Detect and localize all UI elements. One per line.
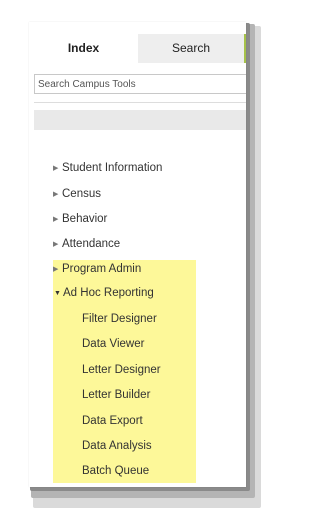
sub-item-letter-designer[interactable]: Letter Designer <box>82 360 161 380</box>
tab-search[interactable]: Search <box>138 34 244 63</box>
tab-bar: Index Search <box>29 34 246 63</box>
sub-item-data-viewer[interactable]: Data Viewer <box>82 334 144 354</box>
search-campus-tools-input[interactable] <box>34 74 246 94</box>
tab-index[interactable]: Index <box>29 34 138 63</box>
triangle-right-icon: ▶ <box>53 165 59 172</box>
sub-item-filter-designer[interactable]: Filter Designer <box>82 309 157 329</box>
sub-item-data-export[interactable]: Data Export <box>82 411 143 431</box>
nav-item-label: Program Admin <box>62 263 142 275</box>
tab-accent-bar <box>244 34 246 63</box>
sub-item-data-analysis[interactable]: Data Analysis <box>82 436 152 456</box>
triangle-right-icon: ▶ <box>53 191 59 198</box>
triangle-right-icon: ▶ <box>53 216 59 223</box>
campus-tools-panel: Index Search ▶Student Information ▶Censu… <box>29 22 246 487</box>
nav-item-label: Ad Hoc Reporting <box>63 287 154 299</box>
nav-item-label: Attendance <box>62 238 121 250</box>
nav-item-behavior[interactable]: ▶ Behavior <box>53 209 107 229</box>
nav-item-label: Census <box>62 188 101 200</box>
sub-item-batch-queue[interactable]: Batch Queue <box>82 461 149 481</box>
nav-item-program-admin[interactable]: ▶ Program Admin <box>53 259 141 279</box>
toolbar-bar <box>34 110 246 130</box>
triangle-right-icon: ▶ <box>53 241 59 248</box>
nav-item-ad-hoc-reporting[interactable]: ▼ Ad Hoc Reporting <box>54 283 154 303</box>
nav-item-student-information[interactable]: ▶ Student Information <box>53 158 162 178</box>
nav-item-census[interactable]: ▶ Census <box>53 184 101 204</box>
divider <box>34 102 246 103</box>
nav-item-attendance[interactable]: ▶ Attendance <box>53 234 120 254</box>
nav-item-label: Behavior <box>62 213 108 225</box>
screenshot-stage: Index Search ▶Student Information ▶Censu… <box>0 0 316 532</box>
triangle-right-icon: ▶ <box>53 266 59 273</box>
nav-item-label: Student Information <box>62 162 163 174</box>
triangle-down-icon: ▼ <box>54 290 61 297</box>
sub-item-letter-builder[interactable]: Letter Builder <box>82 385 150 405</box>
